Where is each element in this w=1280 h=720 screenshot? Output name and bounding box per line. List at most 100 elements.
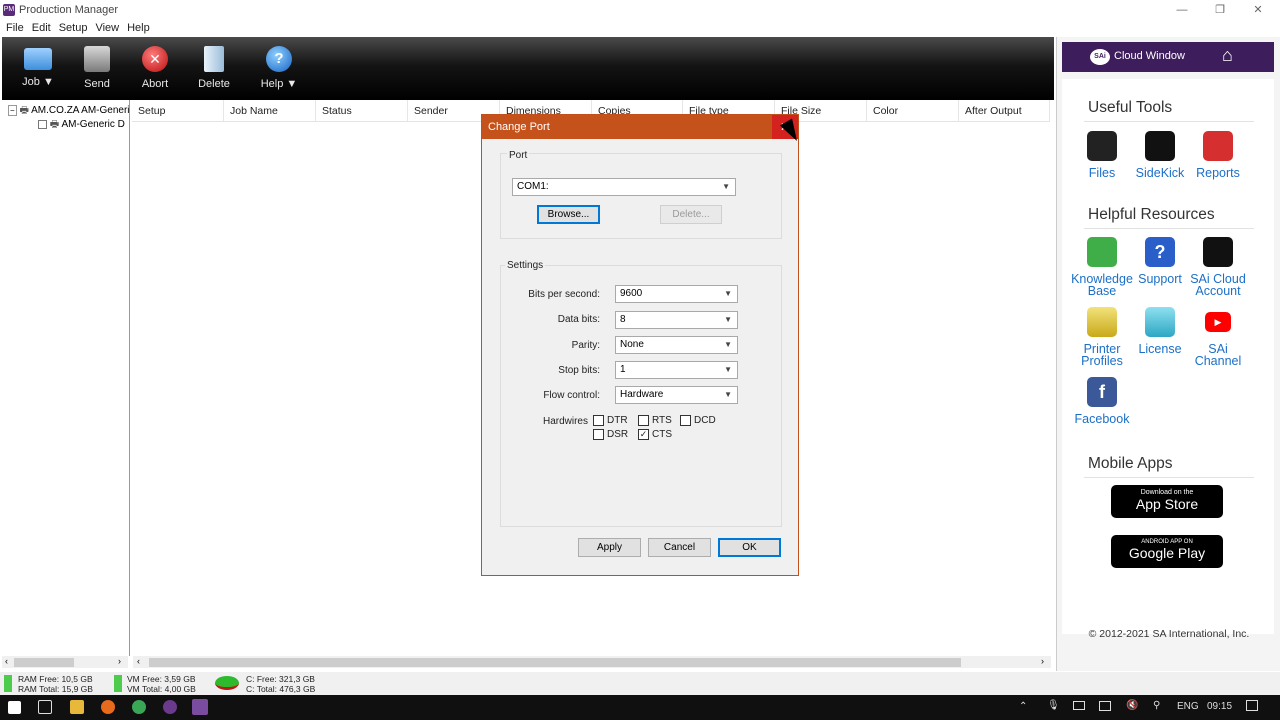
clock[interactable]: 09:15 [1207,701,1232,712]
send-label: Send [84,78,110,90]
chevron-down-icon: ▼ [722,182,730,191]
minimize-button[interactable]: — [1162,0,1202,20]
network-icon[interactable]: ⚲ [1153,700,1160,711]
menu-bar: File Edit Setup View Help [0,19,1280,36]
col-setup[interactable]: Setup [132,100,224,122]
col-status[interactable]: Status [316,100,408,122]
window-titlebar: PM Production Manager — ❐ ✕ [0,0,1280,20]
support-link[interactable]: ? Support [1130,237,1190,285]
microphone-icon[interactable]: 🎙 [1047,700,1060,711]
display-icon[interactable] [1099,701,1111,711]
browse-button[interactable]: Browse... [537,205,600,224]
chrome-icon[interactable] [132,700,146,714]
tree-child-label: AM-Generic D [61,119,125,130]
send-button[interactable]: Send [67,37,127,90]
battery-icon[interactable] [1073,701,1085,710]
reports-tool[interactable]: Reports [1188,131,1248,179]
delete-button[interactable]: Delete [184,37,244,90]
facebook-link[interactable]: f Facebook [1072,377,1132,425]
job-button[interactable]: Job ▼ [8,37,68,88]
cts-checkbox[interactable]: ✓ CTS [638,429,672,440]
menu-setup[interactable]: Setup [59,22,88,34]
file-explorer-icon[interactable] [70,700,84,714]
dsr-checkbox[interactable]: DSR [593,429,628,440]
cloud-window-bar: SAi Cloud Window ⌂ [1062,42,1274,72]
notifications-icon[interactable] [1246,700,1258,711]
abort-button[interactable]: ✕ Abort [125,37,185,90]
maximize-button[interactable]: ❐ [1200,0,1240,20]
app-icon: PM [3,4,15,16]
table-hscrollbar[interactable]: ‹ › [133,656,1051,668]
folder-icon [24,48,52,70]
flow-control-value: Hardware [620,389,664,400]
knowledge-base-link[interactable]: Knowledge Base [1066,237,1138,297]
sai-channel-link[interactable]: ▶ SAi Channel [1188,307,1248,367]
sai-cloud-account-link[interactable]: SAi Cloud Account [1182,237,1254,297]
cloud-icon [1203,237,1233,267]
stop-bits-select[interactable]: 1 ▼ [615,361,738,379]
parity-select[interactable]: None ▼ [615,336,738,354]
cts-label: CTS [652,429,672,440]
collapse-icon[interactable]: − [8,105,17,116]
vm-info: VM Free: 3,59 GB VM Total: 4,00 GB [127,674,196,694]
tree-hscrollbar[interactable]: ‹ › [2,656,128,668]
ram-total: RAM Total: 15,9 GB [18,684,93,694]
flexi-icon[interactable] [163,700,177,714]
close-window-button[interactable]: ✕ [1238,0,1278,20]
bits-per-second-select[interactable]: 9600 ▼ [615,285,738,303]
tree-checkbox[interactable] [38,119,47,129]
license-link[interactable]: License [1130,307,1190,355]
files-tool[interactable]: Files [1072,131,1132,179]
menu-help[interactable]: Help [127,22,150,34]
port-select[interactable]: COM1: ▼ [512,178,736,196]
apply-button[interactable]: Apply [578,538,641,557]
flow-control-select[interactable]: Hardware ▼ [615,386,738,404]
app-store-button[interactable]: Download on the App Store [1111,485,1223,518]
task-view-icon[interactable] [38,700,52,714]
scroll-right-icon[interactable]: › [118,656,121,666]
copyright-text: © 2012-2021 SA International, Inc. [1088,628,1250,640]
menu-edit[interactable]: Edit [32,22,51,34]
main-toolbar: Job ▼ Send ✕ Abort Delete ? Help ▼ [2,37,1054,100]
delete-port-button[interactable]: Delete... [660,205,722,224]
scroll-left-icon[interactable]: ‹ [137,656,140,666]
menu-file[interactable]: File [6,22,24,34]
cancel-button[interactable]: Cancel [648,538,711,557]
production-manager-task-icon[interactable] [192,699,208,715]
language-indicator[interactable]: ENG [1177,701,1199,712]
rts-checkbox[interactable]: RTS [638,415,672,426]
home-icon[interactable]: ⌂ [1222,45,1233,66]
port-group [500,153,782,239]
data-bits-select[interactable]: 8 ▼ [615,311,738,329]
help-button[interactable]: ? Help ▼ [249,37,309,90]
menu-view[interactable]: View [95,22,119,34]
scroll-thumb[interactable] [14,658,74,667]
dcd-checkbox[interactable]: DCD [680,415,716,426]
col-after-output[interactable]: After Output [959,100,1050,122]
ok-button[interactable]: OK [718,538,781,557]
tray-chevron-icon[interactable]: ⌃ [1019,701,1027,712]
divider [1084,228,1254,229]
scroll-thumb[interactable] [149,658,961,667]
cloud-content: Useful Tools Files SideKick Reports Help… [1062,79,1274,634]
cloud-panel: SAi Cloud Window ⌂ Useful Tools Files Si… [1056,37,1280,671]
status-bar: RAM Free: 10,5 GB RAM Total: 15,9 GB VM … [0,672,1280,695]
sidekick-tool[interactable]: SideKick [1130,131,1190,179]
dtr-checkbox[interactable]: DTR [593,415,628,426]
scroll-right-icon[interactable]: › [1041,656,1044,666]
windows-start-icon[interactable] [8,701,21,714]
ram-free: RAM Free: 10,5 GB [18,674,93,684]
channel-label-2: Channel [1194,354,1242,368]
c-free: C: Free: 321,3 GB [246,674,315,684]
scroll-left-icon[interactable]: ‹ [5,656,8,666]
volume-muted-icon[interactable]: 🔇 [1126,700,1138,711]
vm-gauge [114,675,122,692]
col-color[interactable]: Color [867,100,959,122]
firefox-icon[interactable] [101,700,115,714]
google-play-button[interactable]: ANDROID APP ON Google Play [1111,535,1223,568]
printer-profiles-link[interactable]: Printer Profiles [1072,307,1132,367]
col-job-name[interactable]: Job Name [224,100,316,122]
trash-icon [204,46,224,72]
tree-child-item[interactable]: 🖶 AM-Generic D [38,117,130,134]
youtube-icon: ▶ [1205,312,1231,332]
